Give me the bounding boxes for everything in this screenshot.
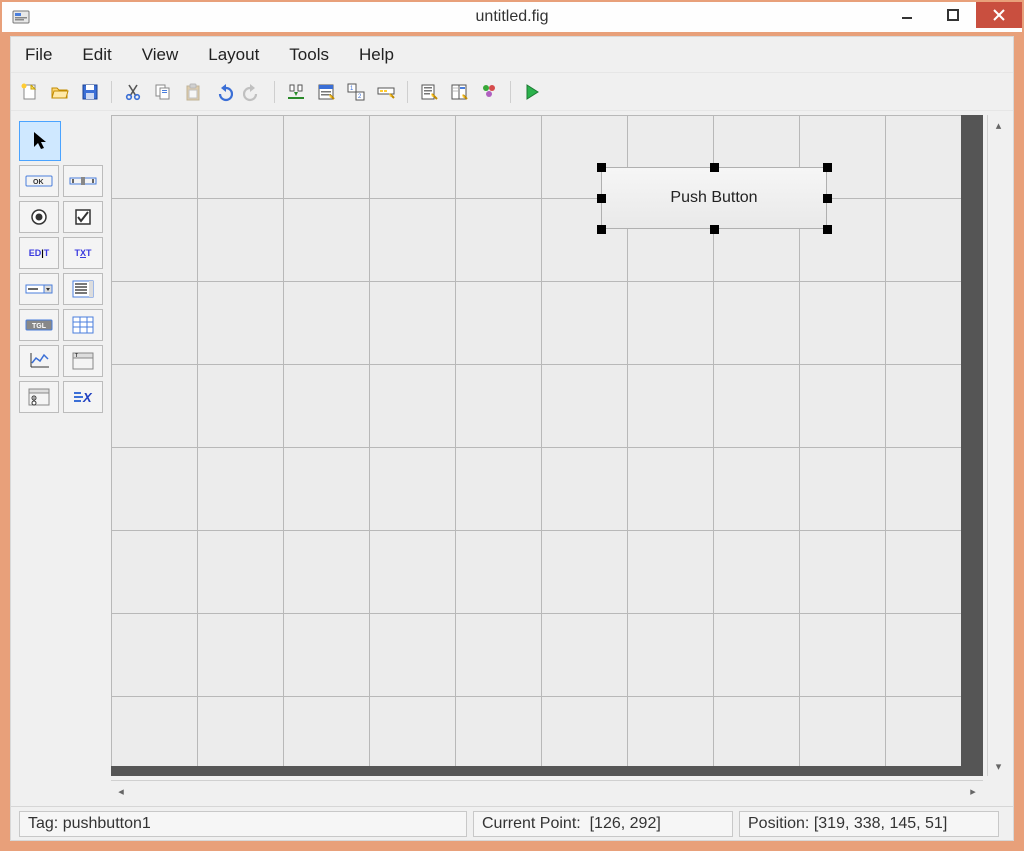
scroll-right-icon[interactable]: ▸ [963, 781, 983, 802]
scroll-down-icon[interactable]: ▾ [988, 756, 1009, 776]
menu-layout[interactable]: Layout [202, 42, 265, 68]
design-canvas[interactable]: Push Button [111, 115, 983, 776]
placed-pushbutton-label: Push Button [670, 189, 757, 207]
resize-handle-se[interactable] [823, 225, 832, 234]
status-position: Position: [319, 338, 145, 51] [739, 811, 999, 837]
toggle-tool[interactable]: TGL [19, 309, 59, 341]
radiobutton-tool[interactable] [19, 201, 59, 233]
status-tag: Tag: pushbutton1 [19, 811, 467, 837]
menu-editor-icon[interactable] [313, 79, 339, 105]
svg-text:TGL: TGL [32, 323, 47, 330]
app-icon [10, 6, 32, 28]
status-tag-value: pushbutton1 [63, 815, 151, 833]
menu-view[interactable]: View [136, 42, 185, 68]
window-title: untitled.fig [476, 8, 549, 26]
status-tag-label: Tag: [28, 815, 58, 833]
toolbar-separator [111, 81, 112, 103]
figure-edge-right [961, 115, 983, 776]
toolbar-separator [407, 81, 408, 103]
menubar: File Edit View Layout Tools Help [11, 37, 1013, 73]
placed-pushbutton[interactable]: Push Button [601, 167, 827, 229]
popup-tool[interactable] [19, 273, 59, 305]
buttongroup-tool[interactable] [19, 381, 59, 413]
select-tool[interactable] [19, 121, 61, 161]
svg-text:OK: OK [33, 179, 44, 186]
save-icon[interactable] [77, 79, 103, 105]
scroll-up-icon[interactable]: ▴ [988, 115, 1009, 135]
content-frame: File Edit View Layout Tools Help [10, 36, 1014, 841]
copy-icon[interactable] [150, 79, 176, 105]
close-button[interactable] [976, 2, 1022, 28]
canvas-wrap: Push Button ▴ ▾ [111, 115, 1009, 802]
resize-handle-nw[interactable] [597, 163, 606, 172]
toolbar: 12 [11, 73, 1013, 111]
panel-tool[interactable]: T [63, 345, 103, 377]
resize-handle-s[interactable] [710, 225, 719, 234]
text-tool[interactable]: TXT [63, 237, 103, 269]
figure-edge-bottom [111, 766, 983, 776]
open-folder-icon[interactable] [47, 79, 73, 105]
menu-tools[interactable]: Tools [283, 42, 335, 68]
property-inspector-icon[interactable] [446, 79, 472, 105]
horizontal-scrollbar[interactable]: ◂ ▸ [111, 780, 983, 802]
slider-tool[interactable] [63, 165, 103, 197]
table-tool[interactable] [63, 309, 103, 341]
listbox-tool[interactable] [63, 273, 103, 305]
grid [111, 115, 983, 776]
toolbar-separator [510, 81, 511, 103]
tab-order-icon[interactable]: 12 [343, 79, 369, 105]
app-window: untitled.fig File Edit View Layout Tools… [0, 0, 1024, 851]
axes-tool[interactable] [19, 345, 59, 377]
run-icon[interactable] [519, 79, 545, 105]
maximize-button[interactable] [930, 2, 976, 28]
object-browser-icon[interactable] [476, 79, 502, 105]
titlebar: untitled.fig [2, 2, 1022, 32]
status-pos-label: Position: [748, 815, 809, 833]
resize-handle-e[interactable] [823, 194, 832, 203]
new-file-icon[interactable] [17, 79, 43, 105]
align-icon[interactable] [283, 79, 309, 105]
minimize-button[interactable] [884, 2, 930, 28]
activex-tool[interactable]: X [63, 381, 103, 413]
checkbox-tool[interactable] [63, 201, 103, 233]
resize-handle-n[interactable] [710, 163, 719, 172]
statusbar: Tag: pushbutton1 Current Point: [126, 29… [11, 806, 1013, 840]
pushbutton-tool[interactable]: OK [19, 165, 59, 197]
menu-file[interactable]: File [19, 42, 58, 68]
cut-icon[interactable] [120, 79, 146, 105]
redo-icon[interactable] [240, 79, 266, 105]
edit-tool[interactable]: ED|T [19, 237, 59, 269]
window-buttons [884, 2, 1022, 32]
resize-handle-sw[interactable] [597, 225, 606, 234]
status-current-point: Current Point: [126, 292] [473, 811, 733, 837]
toolbar-editor-icon[interactable] [373, 79, 399, 105]
resize-handle-w[interactable] [597, 194, 606, 203]
vertical-scrollbar[interactable]: ▴ ▾ [987, 115, 1009, 776]
status-cp-label: Current Point: [482, 815, 581, 833]
toolbar-separator [274, 81, 275, 103]
status-pos-value: [319, 338, 145, 51] [814, 815, 947, 833]
editor-icon[interactable] [416, 79, 442, 105]
scroll-left-icon[interactable]: ◂ [111, 781, 131, 802]
undo-icon[interactable] [210, 79, 236, 105]
scroll-corner [987, 780, 1009, 802]
status-cp-value: [126, 292] [590, 815, 661, 833]
workarea: OK ED|T TXT [11, 111, 1013, 806]
svg-text:T: T [75, 353, 78, 359]
component-palette: OK ED|T TXT [15, 115, 107, 419]
resize-handle-ne[interactable] [823, 163, 832, 172]
menu-help[interactable]: Help [353, 42, 400, 68]
paste-icon[interactable] [180, 79, 206, 105]
svg-text:X: X [82, 390, 93, 405]
menu-edit[interactable]: Edit [76, 42, 117, 68]
